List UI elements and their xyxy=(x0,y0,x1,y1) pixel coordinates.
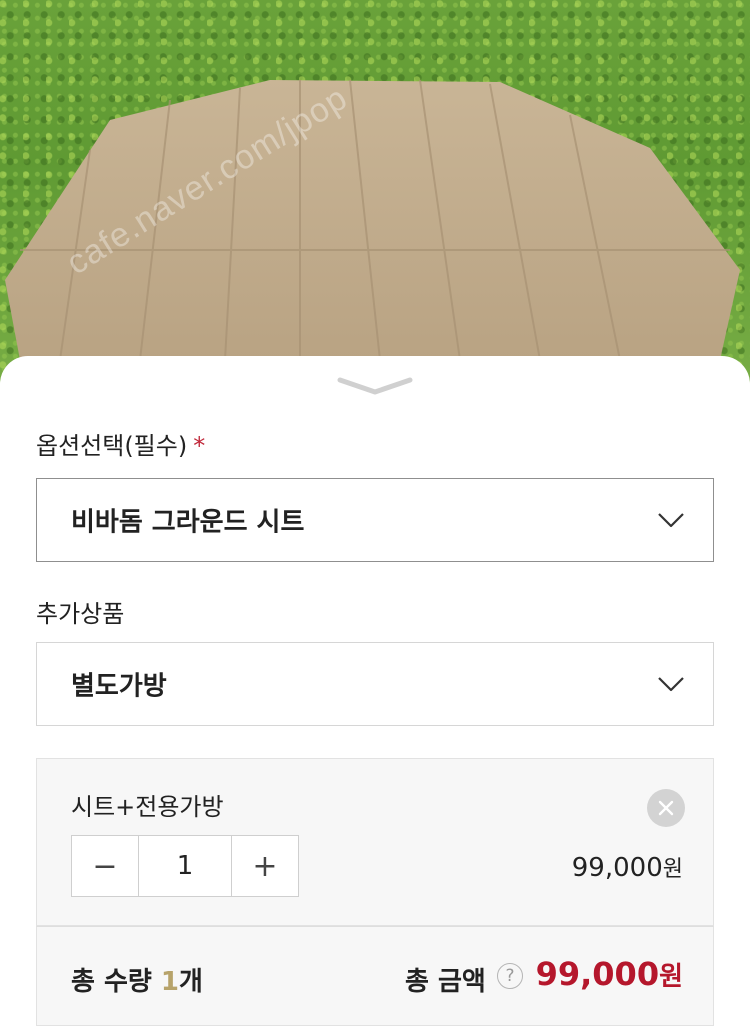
addon-label: 추가상품 xyxy=(36,600,125,628)
selected-item: 시트+전용가방 − 1 + 99,000원 xyxy=(36,758,714,926)
option-bottom-sheet: 옵션선택(필수) * 비바돔 그라운드 시트 추가상품 별도가방 시트+전용가방 … xyxy=(0,356,750,1029)
item-name: 시트+전용가방 xyxy=(71,793,224,821)
item-price-value: 99,000 xyxy=(571,853,663,883)
option-select-value: 비바돔 그라운드 시트 xyxy=(71,507,305,538)
total-quantity-prefix: 총 수량 xyxy=(71,967,161,997)
quantity-stepper: − 1 + xyxy=(71,835,299,897)
remove-item-button[interactable] xyxy=(647,789,685,827)
item-price-currency: 원 xyxy=(662,857,683,882)
addon-select-value: 별도가방 xyxy=(71,671,167,702)
order-totals: 총 수량 1개 총 금액 ? 99,000원 xyxy=(36,926,714,1026)
total-amount: 99,000원 xyxy=(536,955,683,993)
required-mark: * xyxy=(193,432,206,460)
total-amount-currency: 원 xyxy=(659,962,683,992)
total-amount-label: 총 금액 xyxy=(405,967,486,997)
chevron-down-icon xyxy=(658,677,684,692)
increase-quantity-button[interactable]: + xyxy=(232,836,298,896)
total-quantity-value: 1 xyxy=(160,967,179,997)
decrease-quantity-button[interactable]: − xyxy=(72,836,138,896)
addon-select[interactable]: 별도가방 xyxy=(36,642,714,726)
product-photo: cafe.naver.com/jpop xyxy=(0,0,750,400)
total-amount-value: 99,000 xyxy=(535,955,660,993)
total-quantity-unit: 개 xyxy=(178,967,203,997)
item-price: 99,000원 xyxy=(572,851,683,883)
required-option-label: 옵션선택(필수) * xyxy=(36,426,205,461)
required-option-label-text: 옵션선택(필수) xyxy=(36,432,188,460)
chevron-down-icon xyxy=(658,513,684,528)
close-icon xyxy=(658,800,674,816)
option-select[interactable]: 비바돔 그라운드 시트 xyxy=(36,478,714,562)
collapse-handle-icon[interactable] xyxy=(336,374,414,398)
total-quantity: 총 수량 1개 xyxy=(71,961,203,998)
quantity-value[interactable]: 1 xyxy=(138,836,232,896)
help-icon[interactable]: ? xyxy=(497,963,523,989)
